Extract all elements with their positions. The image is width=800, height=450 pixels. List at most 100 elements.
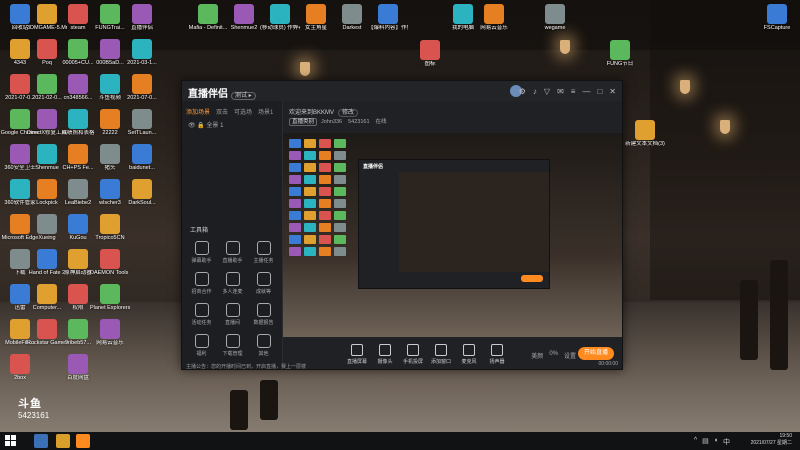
windows-start-icon[interactable] bbox=[5, 435, 16, 446]
desktop-icon-label: baidunet... bbox=[129, 165, 155, 171]
scene-tab[interactable]: 添加场景 bbox=[186, 107, 210, 116]
desktop-icon[interactable]: 2box bbox=[0, 354, 40, 381]
live-companion-window[interactable]: 直播伴侣 测试 ▸ ⚙ ♪ ▽ ✉ ≡ — □ ✕ 添加场景 双击 可选场 场景1 👁 … bbox=[181, 80, 623, 370]
desktop-icon[interactable]: 女主角星 bbox=[296, 4, 336, 31]
toolbar-label: 扬声器 bbox=[489, 358, 505, 365]
app-icon bbox=[37, 214, 57, 234]
desktop-icon[interactable]: 2021-03-1... bbox=[122, 39, 162, 66]
window-titlebar[interactable]: 直播伴侣 测试 ▸ ⚙ ♪ ▽ ✉ ≡ — □ ✕ bbox=[182, 81, 622, 101]
desktop-icon[interactable]: Mafia - Definit... bbox=[188, 4, 228, 31]
toolbox-grid: 弹幕助手 直播助手 主播任务招商合作 多人连麦 成就等活动任务 直播间 数据报告福利 下载管理… bbox=[186, 241, 280, 357]
toolbox-item[interactable]: 成就等 bbox=[248, 272, 279, 295]
toolbox-item[interactable]: 福利 bbox=[186, 334, 217, 357]
minimize-icon[interactable]: — bbox=[582, 87, 590, 96]
tool-label: 直播助手 bbox=[222, 258, 243, 264]
toolbar-button[interactable]: 手机投屏 bbox=[399, 343, 427, 365]
toolbox-item[interactable]: 其他 bbox=[248, 334, 279, 357]
tool-icon bbox=[256, 303, 271, 317]
preview-icon bbox=[334, 151, 346, 160]
toolbar-button[interactable]: 麦克风 bbox=[455, 343, 483, 365]
toolbox-item[interactable]: 招商合作 bbox=[186, 272, 217, 295]
scene-tab[interactable]: 双击 bbox=[216, 107, 228, 116]
toolbar-right-item[interactable]: 设置 bbox=[564, 351, 576, 360]
desktop-icon[interactable]: (移动球员) 作弊者 bbox=[260, 4, 300, 31]
preview-icon bbox=[334, 235, 346, 244]
desktop-icon[interactable]: 百度网盘 bbox=[58, 354, 98, 381]
chrome-taskbar-icon[interactable] bbox=[34, 434, 48, 448]
toolbar-button[interactable]: 直播屏幕 bbox=[343, 343, 371, 365]
stream-preview[interactable]: 直播伴侣 bbox=[283, 133, 622, 337]
desktop-icon[interactable]: 【爆料内容】作弊器... bbox=[368, 4, 408, 31]
toolbar-label: 手机投屏 bbox=[402, 358, 423, 365]
clock[interactable]: 19:50 2021/07/27 星期二 bbox=[751, 433, 792, 447]
desktop-icon[interactable]: DAEMON Tools Lite bbox=[90, 249, 130, 276]
desktop-icon[interactable]: 新建文本文档(3) bbox=[625, 120, 665, 147]
close-icon[interactable]: ✕ bbox=[609, 87, 616, 96]
toolbar-button[interactable]: 添加窗口 bbox=[427, 343, 455, 365]
toolbar-right-item[interactable]: 美颜 bbox=[531, 351, 543, 360]
toolbar-button[interactable]: 扬声器 bbox=[483, 343, 511, 365]
scene-tab[interactable]: 可选场 bbox=[234, 107, 252, 116]
scene-row[interactable]: 👁 🔒 全景 1 bbox=[182, 116, 282, 133]
desktop-icon[interactable]: FSCapture bbox=[757, 4, 797, 31]
app-icon bbox=[37, 144, 57, 164]
desktop-icon[interactable]: 网易云音乐 bbox=[90, 319, 130, 346]
desktop-icon[interactable]: 直播伴侣 bbox=[122, 4, 162, 31]
maximize-icon[interactable]: □ bbox=[597, 87, 602, 96]
shirt-icon[interactable]: ▽ bbox=[544, 87, 550, 96]
toolbox-item[interactable]: 主播任务 bbox=[248, 241, 279, 264]
tool-label: 其他 bbox=[258, 351, 269, 357]
toolbox-item[interactable]: 数据报告 bbox=[248, 303, 279, 326]
toolbox-item[interactable]: 直播助手 bbox=[217, 241, 248, 264]
preview-icon bbox=[289, 235, 301, 244]
desktop-icon[interactable]: baidunet... bbox=[122, 144, 162, 171]
desktop-icon[interactable]: Tropico5CN bbox=[90, 214, 130, 241]
toolbox-item[interactable]: 直播间 bbox=[217, 303, 248, 326]
mail-icon[interactable]: ✉ bbox=[557, 87, 564, 96]
bell-icon[interactable]: ♪ bbox=[533, 87, 537, 96]
desktop-icon[interactable]: Darkest bbox=[332, 4, 372, 31]
tool-icon bbox=[225, 241, 240, 255]
scene-tabs: 添加场景 双击 可选场 场景1 bbox=[182, 101, 282, 116]
desktop-icon[interactable]: Planet Explorers bbox=[90, 284, 130, 311]
desktop-icon[interactable]: wegame bbox=[535, 4, 575, 31]
volume-icon[interactable]: ◖ bbox=[714, 437, 718, 447]
desktop-icon[interactable]: 图标 bbox=[410, 40, 450, 67]
app-icon bbox=[132, 39, 152, 59]
scene-tab[interactable]: 场景1 bbox=[258, 107, 273, 116]
category-chip[interactable]: 直播类别 bbox=[289, 118, 318, 126]
desktop-icon[interactable]: 2021-07-0... bbox=[122, 74, 162, 101]
toolbar-right-item[interactable]: 0% bbox=[549, 351, 558, 360]
brand-tag[interactable]: 测试 ▸ bbox=[231, 92, 256, 100]
desktop-icon[interactable]: DarkSoul... bbox=[122, 179, 162, 206]
preview-icon bbox=[319, 199, 331, 208]
desktop-icon[interactable]: Shenmue2 bbox=[224, 4, 264, 31]
preview-icon bbox=[289, 187, 301, 196]
start-live-button[interactable]: 开始直播 bbox=[578, 347, 614, 360]
toolbox-item[interactable]: 活动任务 bbox=[186, 303, 217, 326]
preview-icon bbox=[319, 187, 331, 196]
ime-icon[interactable]: 中 bbox=[723, 437, 730, 447]
desktop-icon[interactable]: SetTLaun... bbox=[122, 109, 162, 136]
lamp bbox=[720, 120, 730, 134]
toolbox-item[interactable]: 多人连麦 bbox=[217, 272, 248, 295]
app-icon bbox=[132, 144, 152, 164]
toolbox-item[interactable]: 弹幕助手 bbox=[186, 241, 217, 264]
app-icon bbox=[100, 144, 120, 164]
edit-button[interactable]: 修改 bbox=[338, 109, 359, 117]
app-brand: 直播伴侣 测试 ▸ bbox=[188, 85, 256, 100]
network-icon[interactable]: ▤ bbox=[702, 437, 709, 447]
explorer-taskbar-icon[interactable] bbox=[56, 434, 70, 448]
app-icon bbox=[10, 354, 30, 374]
tool-label: 成就等 bbox=[255, 289, 271, 295]
desktop-icon[interactable]: 网易云音乐 bbox=[474, 4, 514, 31]
toolbox-item[interactable]: 下载管理 bbox=[217, 334, 248, 357]
toolbar-button[interactable]: 摄像头 bbox=[371, 343, 399, 365]
desktop-icon-label: 新建文本文档(3) bbox=[625, 141, 665, 147]
chevron-up-icon[interactable]: ^ bbox=[694, 437, 697, 447]
desktop-icon[interactable]: FUNG节日 bbox=[600, 40, 640, 67]
gear-icon[interactable]: ⚙ bbox=[519, 87, 526, 96]
menu-icon[interactable]: ≡ bbox=[571, 87, 576, 96]
live-companion-taskbar-icon[interactable] bbox=[76, 434, 90, 448]
desktop-icon-label: 2021-07-0... bbox=[127, 95, 157, 101]
